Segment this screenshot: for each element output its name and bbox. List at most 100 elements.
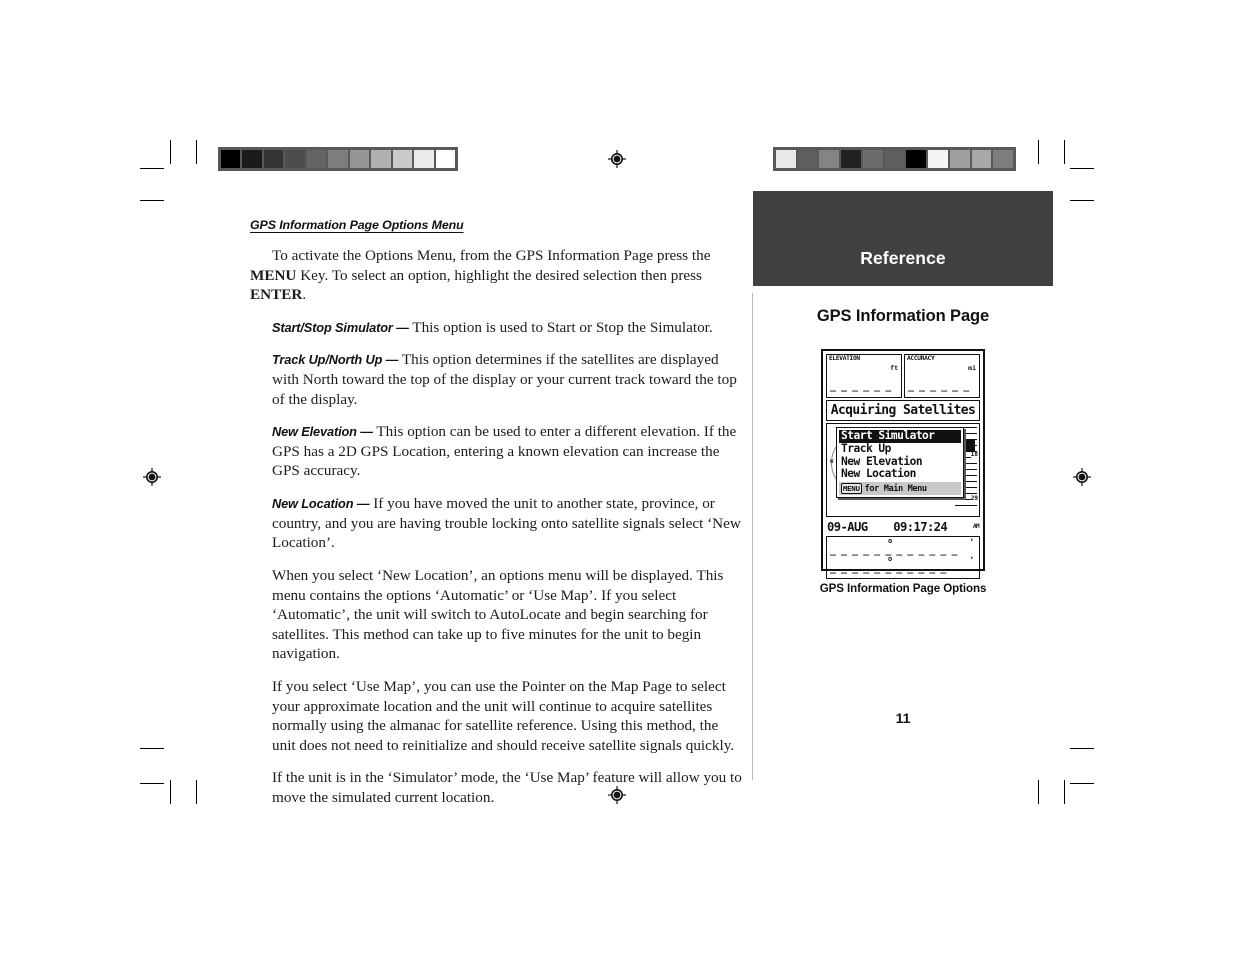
crop-mark-left-lower	[140, 783, 164, 784]
sidebar: Reference GPS Information Page ELEVATION…	[753, 191, 1053, 595]
elevation-units-text: ft	[890, 364, 898, 372]
registration-target-left	[143, 468, 161, 486]
ampm-text: AM	[972, 522, 980, 530]
date-time-bar: 09-AUG 09:17:24 AM	[826, 519, 980, 534]
time-ampm-indicator: AM	[972, 522, 980, 530]
left-calibration-swatch-6	[349, 150, 370, 168]
option-name: New Elevation —	[272, 424, 373, 440]
calibration-bar-left	[218, 147, 458, 171]
menu-item-new-location[interactable]: New Location	[839, 468, 961, 481]
menu-footer-hint: MENU for Main Menu	[839, 482, 961, 496]
figure-caption: GPS Information Page Options	[819, 582, 987, 595]
intro-text-1: To activate the Options Menu, from the G…	[272, 247, 711, 264]
latitude-row: o ' _ _ _ _ _ _ _ _ _ _ _ _	[830, 537, 976, 557]
accuracy-field: ACCURACY mi _ _ _ _ _ _	[904, 354, 980, 398]
menu-key-label: MENU	[250, 266, 297, 284]
right-calibration-swatch-6	[906, 150, 927, 168]
option-name: Track Up/North Up —	[272, 352, 399, 368]
longitude-minute-symbol: '	[969, 556, 974, 566]
option-description: This option is used to Start or Stop the…	[408, 318, 713, 336]
elevation-label: ELEVATION	[829, 355, 860, 362]
elevation-value: _ _ _ _ _ _	[830, 381, 891, 392]
crop-mark-top-left-h	[140, 168, 164, 169]
longitude-degree-symbol: o	[888, 555, 892, 563]
right-calibration-swatch-5	[884, 150, 905, 168]
crop-mark-bottom-left-h	[140, 748, 164, 749]
crop-mark-top-left-inner-v	[196, 140, 197, 164]
options-menu-popup[interactable]: Start Simulator Track Up New Elevation N…	[836, 427, 964, 499]
paragraph-simulator-mode: If the unit is in the ‘Simulator’ mode, …	[272, 769, 742, 807]
left-calibration-swatch-1	[242, 150, 262, 168]
status-banner: Acquiring Satellites	[826, 400, 980, 421]
crop-mark-top-right-h	[1070, 168, 1094, 169]
reference-band: Reference	[753, 191, 1053, 286]
crop-mark-bottom-right-h	[1070, 748, 1094, 749]
longitude-value: _ _ _ _ _ _ _ _ _ _ _	[830, 563, 946, 574]
right-calibration-swatch-4	[862, 150, 883, 168]
option-new-elevation: New Elevation — This option can be used …	[250, 422, 742, 481]
left-calibration-swatch-8	[392, 150, 413, 168]
right-calibration-swatch-7	[928, 150, 948, 168]
right-calibration-swatch-10	[993, 150, 1014, 168]
main-text-column: GPS Information Page Options Menu To act…	[250, 218, 742, 821]
paragraph-use-map: If you select ‘Use Map’, you can use the…	[272, 677, 735, 754]
page-number: 11	[895, 710, 911, 726]
left-calibration-swatch-10	[435, 150, 455, 168]
crop-mark-top-left-v	[170, 140, 171, 164]
accuracy-label: ACCURACY	[907, 355, 935, 362]
satellite-id-18: 18	[970, 451, 978, 458]
option-track-up-north-up: Track Up/North Up — This option determin…	[250, 350, 742, 409]
right-calibration-swatch-8	[949, 150, 970, 168]
latitude-minute-symbol: '	[969, 538, 974, 548]
right-calibration-swatch-9	[971, 150, 992, 168]
section-heading: GPS Information Page Options Menu	[250, 218, 464, 232]
right-calibration-swatch-2	[819, 150, 840, 168]
calibration-bar-right	[773, 147, 1016, 171]
crop-mark-top-right-v	[1064, 140, 1065, 164]
left-calibration-swatch-7	[371, 150, 391, 168]
intro-paragraph: To activate the Options Menu, from the G…	[250, 246, 742, 305]
enter-key-label: ENTER	[250, 286, 303, 304]
left-calibration-swatch-9	[414, 150, 434, 168]
menu-item-track-up[interactable]: Track Up	[839, 442, 961, 456]
satellite-signal-bar	[966, 440, 975, 451]
sky-view-area: 2 W 2	[826, 423, 980, 517]
longitude-row: o ' _ _ _ _ _ _ _ _ _ _ _	[830, 555, 976, 575]
right-calibration-swatch-3	[841, 150, 861, 168]
crop-mark-bottom-right-inner-v	[1038, 780, 1039, 804]
right-calibration-swatch-1	[797, 150, 818, 168]
satellite-id-29: 29	[970, 495, 978, 502]
elevation-units: ft	[890, 364, 898, 372]
option-start-stop-simulator: Start/Stop Simulator — This option is us…	[250, 318, 742, 338]
current-time: 09:17:24	[893, 519, 948, 534]
crop-mark-bottom-right-v	[1064, 780, 1065, 804]
accuracy-units-text: mi	[968, 364, 976, 372]
gps-top-fields: ELEVATION ft _ _ _ _ _ _ ACCURACY mi _ _…	[826, 354, 980, 398]
reference-band-label: Reference	[860, 248, 946, 268]
gps-device-screenshot: ELEVATION ft _ _ _ _ _ _ ACCURACY mi _ _…	[821, 349, 985, 579]
crop-mark-bottom-left-v	[170, 780, 171, 804]
left-calibration-swatch-0	[221, 150, 241, 168]
option-name: New Location —	[272, 496, 370, 512]
left-calibration-swatch-3	[285, 150, 305, 168]
sidebar-title: GPS Information Page	[816, 307, 990, 325]
accuracy-units: mi	[968, 364, 976, 372]
intro-text-2: Key. To select an option, highlight the …	[296, 266, 702, 284]
left-calibration-swatch-2	[263, 150, 284, 168]
menu-item-start-simulator[interactable]: Start Simulator	[839, 429, 961, 443]
latitude-degree-symbol: o	[888, 537, 892, 545]
left-calibration-swatch-4	[306, 150, 327, 168]
elevation-field: ELEVATION ft _ _ _ _ _ _	[826, 354, 902, 398]
crop-mark-left-upper	[140, 200, 164, 201]
accuracy-value: _ _ _ _ _ _	[908, 381, 969, 392]
menu-footer-text: for Main Menu	[864, 483, 927, 494]
option-new-location: New Location — If you have moved the uni…	[250, 494, 742, 553]
option-name: Start/Stop Simulator —	[272, 319, 409, 335]
left-calibration-swatch-5	[328, 150, 348, 168]
gps-screen: ELEVATION ft _ _ _ _ _ _ ACCURACY mi _ _…	[826, 354, 980, 579]
menu-key-icon: MENU	[841, 483, 862, 495]
coordinates-box: o ' _ _ _ _ _ _ _ _ _ _ _ _ o ' _ _ _ _ …	[826, 536, 980, 579]
current-date: 09-AUG	[827, 519, 868, 534]
registration-target-right	[1073, 468, 1091, 486]
crop-mark-right-lower	[1070, 783, 1094, 784]
